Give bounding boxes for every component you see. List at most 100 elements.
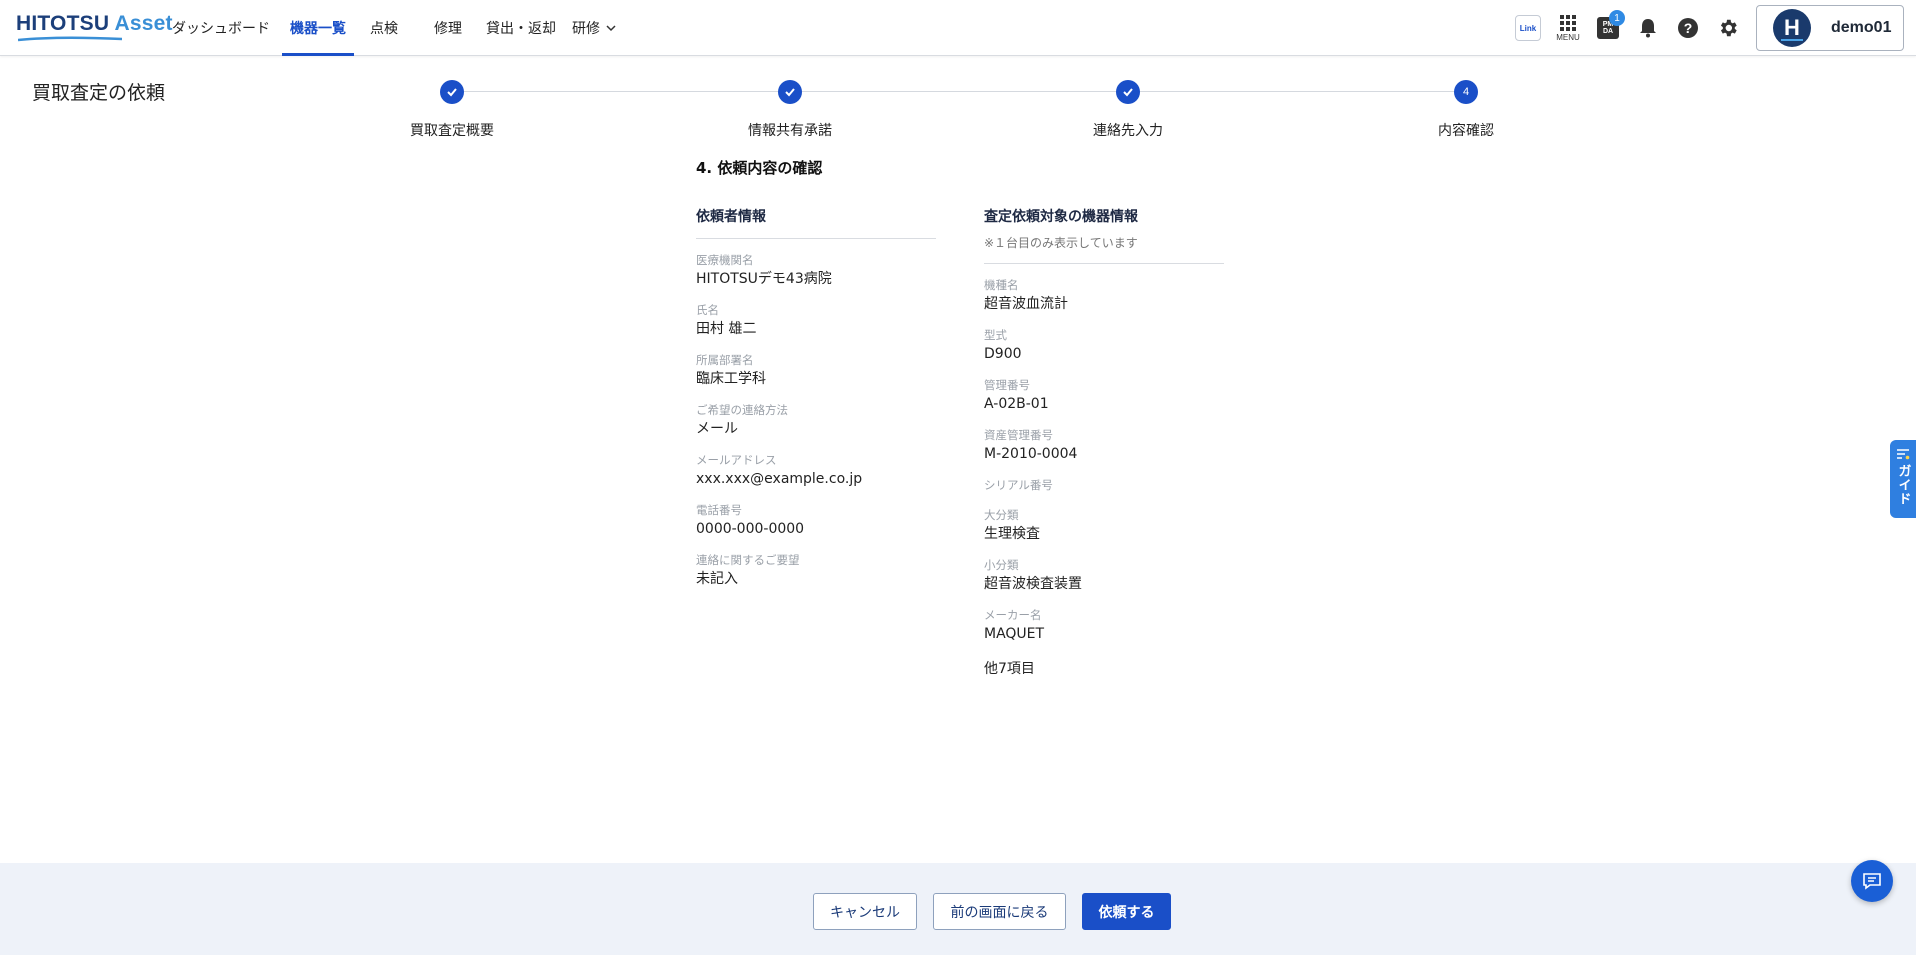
nav-inspection[interactable]: 点検	[354, 0, 416, 56]
field-label: 電話番号	[696, 503, 742, 517]
user-name: demo01	[1831, 19, 1892, 36]
avatar: H	[1773, 9, 1811, 47]
field-label: シリアル番号	[984, 478, 1053, 492]
device-note: ※１台目のみ表示しています	[984, 236, 1138, 250]
pmda-button[interactable]: PM DA 1	[1588, 8, 1628, 48]
field-label: 管理番号	[984, 378, 1030, 392]
check-icon	[1116, 80, 1140, 104]
logo-swoosh	[18, 36, 122, 42]
notifications-button[interactable]	[1628, 8, 1668, 48]
settings-button[interactable]	[1708, 8, 1748, 48]
field-label: 大分類	[984, 508, 1019, 522]
field-value: M-2010-0004	[984, 446, 1078, 462]
chat-icon	[1863, 873, 1881, 890]
info-field: 機種名 超音波血流計	[984, 277, 1224, 314]
field-value: HITOTSUデモ43病院	[696, 271, 832, 287]
step-label: 情報共有承諾	[748, 123, 832, 139]
submit-request-button[interactable]: 依頼する	[1082, 893, 1171, 930]
nav-lending[interactable]: 貸出・返却	[476, 0, 564, 56]
field-value: D900	[984, 346, 1022, 362]
cancel-button[interactable]: キャンセル	[813, 893, 917, 930]
step-label: 連絡先入力	[1093, 123, 1163, 139]
info-field: 資産管理番号 M-2010-0004	[984, 427, 1224, 464]
page-title: 買取査定の依頼	[32, 82, 166, 104]
info-field: 大分類 生理検査	[984, 507, 1224, 544]
field-value: xxx.xxx@example.co.jp	[696, 471, 863, 487]
info-field: メールアドレス xxx.xxx@example.co.jp	[696, 452, 936, 489]
grid-icon	[1560, 14, 1576, 31]
menu-label: MENU	[1556, 32, 1580, 42]
help-button[interactable]: ?	[1668, 8, 1708, 48]
divider	[696, 238, 936, 239]
apps-menu-button[interactable]: MENU	[1548, 8, 1588, 48]
user-account-button[interactable]: H demo01	[1756, 5, 1904, 51]
header-actions: Link MENU PM DA 1 ? H demo01	[1508, 0, 1916, 56]
guide-label: ガイド	[1895, 464, 1911, 506]
step-label: 内容確認	[1438, 123, 1494, 139]
step-label: 買取査定概要	[410, 123, 494, 139]
hitotsu-asset-logo[interactable]: HITOTSU Asset	[16, 12, 173, 42]
field-value: 0000-000-0000	[696, 521, 805, 537]
info-field: ご希望の連絡方法 メール	[696, 402, 936, 439]
chevron-down-icon	[606, 25, 616, 32]
step-connector	[452, 91, 790, 92]
action-footer: キャンセル 前の画面に戻る 依頼する	[0, 863, 1916, 955]
field-value: 超音波検査装置	[984, 576, 1082, 592]
more-items-count: 他7項目	[984, 661, 1035, 677]
info-field: 型式 D900	[984, 327, 1224, 364]
divider	[984, 263, 1224, 264]
field-value: 臨床工学科	[696, 371, 766, 387]
step-number: 4	[1454, 80, 1478, 104]
field-label: 型式	[984, 328, 1007, 342]
check-icon	[778, 80, 802, 104]
field-label: 資産管理番号	[984, 428, 1053, 442]
info-field: シリアル番号	[984, 477, 1224, 494]
guide-tab[interactable]: ガイド	[1890, 440, 1916, 518]
field-label: 氏名	[696, 303, 719, 317]
nav-dashboard[interactable]: ダッシュボード	[160, 0, 282, 56]
link-button[interactable]: Link	[1508, 8, 1548, 48]
requester-info: 依頼者情報 医療機関名 HITOTSUデモ43病院 氏名田村 雄二所属部署名臨床工学…	[696, 206, 936, 589]
chat-button[interactable]	[1851, 860, 1893, 902]
nav-equipment-list[interactable]: 機器一覧	[282, 0, 354, 56]
field-label: 連絡に関するご要望	[696, 553, 800, 567]
nav-training[interactable]: 研修	[564, 0, 624, 56]
field-label: 所属部署名	[696, 353, 754, 367]
field-label: 機種名	[984, 278, 1019, 292]
nav-repair[interactable]: 修理	[416, 0, 476, 56]
list-filter-icon	[1897, 449, 1910, 460]
info-field: 所属部署名臨床工学科	[696, 352, 936, 389]
gear-icon	[1720, 19, 1737, 37]
back-button[interactable]: 前の画面に戻る	[933, 893, 1066, 930]
link-icon: Link	[1515, 15, 1541, 41]
field-label: 医療機関名	[696, 253, 754, 267]
app-header: HITOTSU Asset ダッシュボード 機器一覧 点検 修理 貸出・返却 研…	[0, 0, 1916, 56]
notification-count-badge: 1	[1609, 10, 1625, 26]
bell-icon	[1640, 19, 1656, 38]
field-value: MAQUET	[984, 626, 1045, 642]
field-value: A-02B-01	[984, 396, 1049, 412]
progress-stepper: 買取査定概要 情報共有承諾 連絡先入力 4 内容確認	[410, 80, 1494, 140]
info-field: 連絡に関するご要望 未記入	[696, 552, 936, 589]
info-field: 氏名 田村 雄二	[696, 302, 936, 339]
info-field: 医療機関名 HITOTSUデモ43病院	[696, 252, 936, 289]
field-value: 超音波血流計	[984, 296, 1068, 312]
info-field: 管理番号 A-02B-01	[984, 377, 1224, 414]
field-value: 田村 雄二	[696, 321, 757, 337]
main-nav: ダッシュボード 機器一覧 点検 修理 貸出・返却 研修	[160, 0, 624, 56]
requester-fields: 医療機関名 HITOTSUデモ43病院 氏名田村 雄二所属部署名臨床工学科ご希望の連…	[696, 252, 936, 589]
info-field: メーカー名 MAQUET	[984, 607, 1224, 644]
field-label: ご希望の連絡方法	[696, 403, 788, 417]
requester-heading: 依頼者情報	[696, 209, 766, 225]
svg-text:?: ?	[1684, 20, 1693, 36]
help-icon: ?	[1678, 18, 1698, 38]
field-value: メール	[696, 421, 738, 437]
device-fields: 機種名超音波血流計 型式 D900 管理番号 A-02B-01 資産管理番号 M-2010-…	[984, 277, 1224, 644]
field-value: 生理検査	[984, 526, 1040, 542]
field-value: 未記入	[696, 571, 738, 587]
field-label: メールアドレス	[696, 453, 777, 467]
info-field: 電話番号 0000-000-0000	[696, 502, 936, 539]
section-title: 4. 依頼内容の確認	[696, 159, 823, 177]
step-connector	[1128, 91, 1466, 92]
check-icon	[440, 80, 464, 104]
